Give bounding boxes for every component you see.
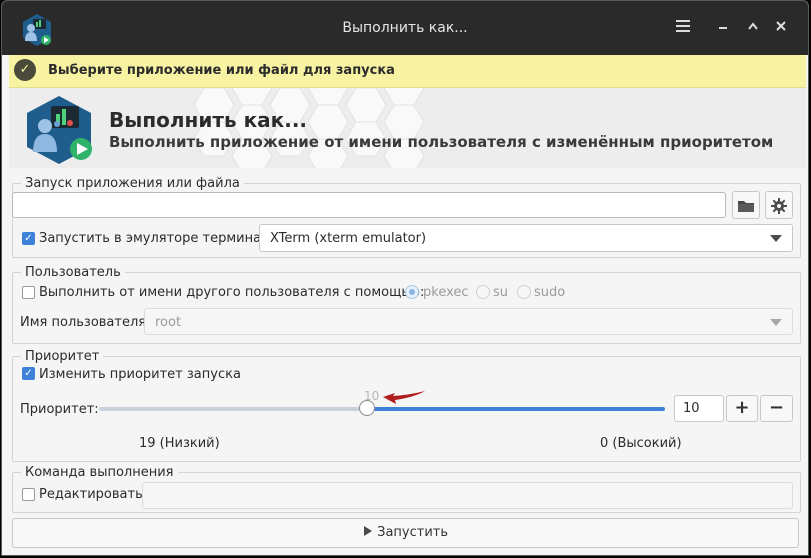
terminal-select[interactable]: XTerm (xterm emulator) bbox=[259, 224, 793, 252]
priority-decrease-button[interactable]: − bbox=[760, 395, 793, 422]
priority-spin-value[interactable] bbox=[674, 395, 724, 422]
info-bar: ✓ Выберите приложение или файл для запус… bbox=[9, 55, 806, 88]
play-icon bbox=[363, 526, 372, 536]
run-as-logo-icon bbox=[27, 96, 92, 164]
priority-label: Приоритет: bbox=[20, 402, 99, 417]
slider-track-right[interactable] bbox=[368, 407, 665, 411]
check-icon: ✓ bbox=[14, 59, 36, 81]
command-legend: Команда выполнения bbox=[25, 465, 174, 480]
username-label: Имя пользователя: bbox=[20, 315, 151, 330]
chevron-down-icon bbox=[770, 319, 782, 326]
slider-track-left[interactable] bbox=[99, 407, 368, 411]
maximize-icon[interactable] bbox=[742, 17, 764, 39]
browse-file-button[interactable] bbox=[732, 191, 760, 219]
priority-high-label: 0 (Высокий) bbox=[600, 436, 682, 451]
banner-subtitle: Выполнить приложение от имени пользовате… bbox=[109, 133, 774, 151]
minimize-icon[interactable] bbox=[712, 17, 734, 39]
run-as-window: Выполнить как... ✓ Выберите приложение и… bbox=[1, 0, 809, 556]
change-priority-checkbox[interactable]: ✓ bbox=[22, 367, 35, 380]
settings-button[interactable] bbox=[765, 191, 793, 219]
run-button-label: Запустить bbox=[377, 525, 449, 540]
radio-su-label: su bbox=[493, 285, 509, 300]
radio-pkexec-label: pkexec bbox=[423, 285, 469, 300]
username-select[interactable]: root bbox=[144, 308, 793, 335]
radio-sudo[interactable] bbox=[517, 285, 531, 299]
header-banner: Выполнить как... Выполнить приложение от… bbox=[9, 88, 806, 168]
radio-su[interactable] bbox=[476, 285, 490, 299]
user-legend: Пользователь bbox=[25, 265, 121, 280]
priority-legend: Приоритет bbox=[25, 349, 100, 364]
terminal-select-value: XTerm (xterm emulator) bbox=[270, 231, 427, 246]
command-input[interactable] bbox=[12, 192, 726, 218]
priority-low-label: 19 (Низкий) bbox=[139, 436, 220, 451]
launch-legend: Запуск приложения или файла bbox=[25, 176, 240, 191]
gear-icon bbox=[771, 198, 787, 214]
priority-increase-button[interactable]: + bbox=[726, 395, 758, 422]
edit-command-checkbox[interactable] bbox=[22, 488, 35, 501]
other-user-checkbox[interactable] bbox=[22, 286, 35, 299]
banner-title: Выполнить как... bbox=[109, 108, 308, 132]
folder-icon bbox=[738, 201, 754, 212]
username-value: root bbox=[155, 315, 182, 330]
radio-pkexec[interactable] bbox=[405, 285, 419, 299]
slider-handle[interactable] bbox=[359, 400, 375, 416]
annotation-arrow bbox=[383, 391, 425, 404]
radio-sudo-label: sudo bbox=[534, 285, 566, 300]
menu-icon[interactable] bbox=[672, 17, 694, 39]
chevron-down-icon bbox=[770, 235, 782, 242]
run-button[interactable]: Запустить bbox=[12, 518, 799, 548]
command-line-input[interactable] bbox=[142, 482, 793, 509]
info-message: Выберите приложение или файл для запуска bbox=[48, 63, 395, 78]
close-icon[interactable] bbox=[770, 17, 792, 39]
other-user-label[interactable]: Выполнить от имени другого пользователя … bbox=[39, 285, 424, 300]
title-bar[interactable]: Выполнить как... bbox=[2, 1, 808, 55]
terminal-checkbox[interactable]: ✓ bbox=[22, 232, 35, 245]
terminal-label[interactable]: Запустить в эмуляторе терминала bbox=[39, 231, 277, 246]
change-priority-label[interactable]: Изменить приоритет запуска bbox=[39, 367, 241, 382]
edit-command-label[interactable]: Редактировать bbox=[39, 487, 143, 502]
